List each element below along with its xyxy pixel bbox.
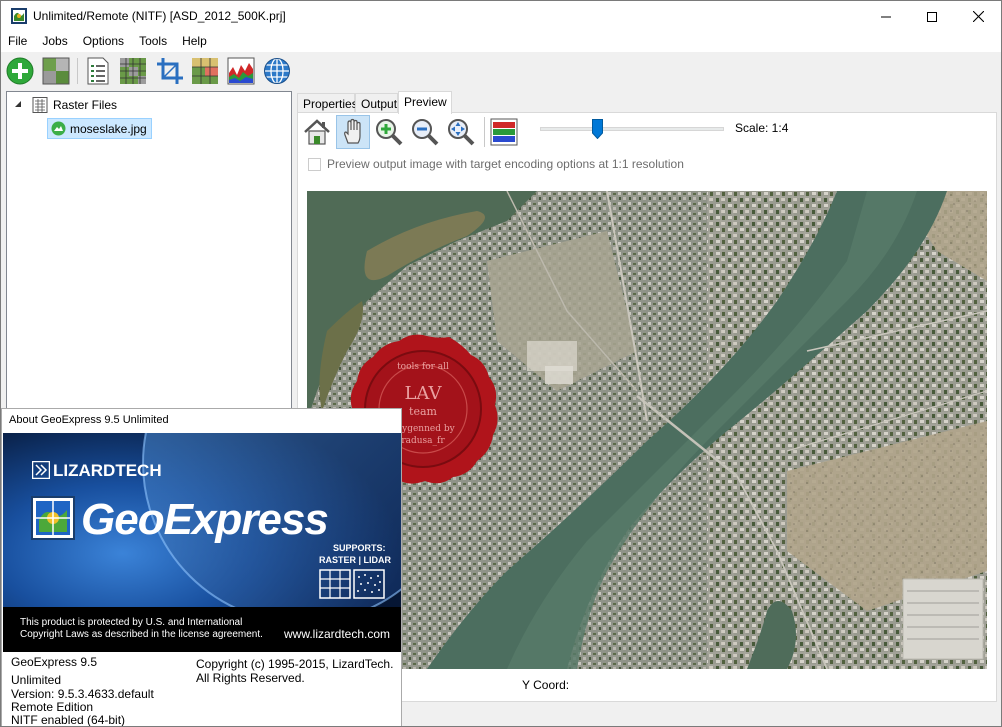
raster-support-icon (319, 569, 351, 599)
tree-collapse-icon[interactable] (13, 99, 23, 109)
preview-option-row: Preview output image with target encodin… (308, 156, 684, 172)
title-bar: Unlimited/Remote (NITF) [ASD_2012_500K.p… (1, 1, 1001, 32)
menu-tools[interactable]: Tools (139, 32, 167, 52)
metadata-button[interactable] (83, 56, 113, 86)
close-button[interactable] (955, 1, 1001, 32)
maximize-button[interactable] (909, 1, 955, 32)
lizardtech-logo-icon (32, 461, 50, 479)
lidar-support-icon (353, 569, 385, 599)
add-button[interactable] (5, 56, 35, 86)
copyright-line-2: All Rights Reserved. (196, 671, 305, 685)
raster-tree: Raster Files moseslake.jpg (6, 91, 292, 409)
y-coord-label: Y Coord: (522, 678, 570, 692)
preview-resolution-checkbox[interactable] (308, 157, 321, 171)
legal-line-1: This product is protected by U.S. and In… (20, 617, 243, 628)
zoom-out-button[interactable] (408, 115, 442, 149)
bands-button[interactable] (190, 56, 220, 86)
mosaic-icon (42, 57, 70, 85)
image-file-icon (51, 121, 66, 136)
toolbar (1, 52, 1001, 90)
preview-resolution-label: Preview output image with target encodin… (327, 157, 684, 171)
product-name: GeoExpress (81, 495, 329, 544)
scale-label: Scale: 1:4 (735, 121, 789, 135)
zoom-in-icon (376, 119, 403, 146)
about-banner: LIZARDTECH GeoExpress SUPPORTS: RASTER |… (3, 433, 401, 652)
legal-line-2: Copyright Laws as described in the licen… (20, 629, 263, 640)
pan-button[interactable] (336, 115, 370, 149)
copyright-line-1: Copyright (c) 1995-2015, LizardTech. (196, 657, 394, 671)
band-color-button[interactable] (487, 115, 521, 149)
tab-preview[interactable]: Preview (398, 91, 452, 114)
zoom-out-icon (412, 119, 439, 146)
scale-slider-thumb[interactable] (592, 119, 603, 139)
home-button[interactable] (300, 115, 334, 149)
preview-toolbar-separator (484, 117, 485, 147)
zoom-in-button[interactable] (372, 115, 406, 149)
raster-files-icon (32, 97, 48, 113)
tree-item-moseslake[interactable]: moseslake.jpg (47, 118, 152, 139)
menu-bar: File Jobs Options Tools Help (1, 32, 1001, 52)
about-info: GeoExpress 9.5 Unlimited Version: 9.5.3.… (2, 653, 401, 727)
coordinate-bar: Y Coord: (298, 676, 996, 696)
seal-team-text: team (409, 405, 437, 418)
add-icon (6, 57, 34, 85)
rgb-bands-icon (490, 118, 518, 146)
window-title: Unlimited/Remote (NITF) [ASD_2012_500K.p… (33, 9, 286, 23)
grid-icon (120, 58, 146, 84)
menu-options[interactable]: Options (83, 32, 124, 52)
close-icon (972, 11, 984, 22)
about-title: About GeoExpress 9.5 Unlimited (9, 414, 169, 426)
tree-root-label[interactable]: Raster Files (53, 98, 117, 112)
tree-item-label: moseslake.jpg (70, 121, 147, 136)
minimize-button[interactable] (863, 1, 909, 32)
seal-arc-text: tools for all (397, 362, 449, 372)
seal-line2: radusa_fr (401, 436, 445, 446)
histogram-button[interactable] (226, 56, 256, 86)
website-link[interactable]: www.lizardtech.com (284, 627, 390, 641)
remote-edition-label: Remote Edition (11, 700, 94, 714)
version-label: Version: 9.5.3.4633.default (11, 687, 154, 701)
zoom-fit-icon (448, 119, 475, 146)
tab-properties[interactable]: Properties (297, 93, 358, 113)
zoom-fit-button[interactable] (444, 115, 478, 149)
minimize-icon (881, 16, 891, 17)
nitf-label: NITF enabled (64-bit) (11, 713, 126, 727)
grid-button[interactable] (118, 56, 148, 86)
menu-jobs[interactable]: Jobs (42, 32, 67, 52)
main-window: Unlimited/Remote (NITF) [ASD_2012_500K.p… (0, 0, 1002, 727)
mosaic-button[interactable] (41, 56, 71, 86)
hand-pan-icon (344, 118, 361, 144)
menu-help[interactable]: Help (182, 32, 207, 52)
maximize-icon (927, 11, 937, 22)
brand-name: LIZARDTECH (53, 461, 162, 480)
app-icon (11, 8, 27, 24)
scale-slider-track (540, 127, 724, 131)
version-name: GeoExpress 9.5 (11, 655, 98, 669)
menu-file[interactable]: File (8, 32, 27, 52)
histogram-icon (227, 57, 255, 85)
tab-strip: Properties Output Preview (297, 91, 977, 114)
edition-label: Unlimited (11, 673, 62, 687)
metadata-icon (87, 57, 109, 85)
supports-label: SUPPORTS: (333, 543, 386, 553)
crop-button[interactable] (155, 56, 185, 86)
toolbar-separator (77, 58, 78, 84)
scale-slider[interactable] (540, 117, 726, 141)
bands-icon (192, 58, 218, 84)
geoexpress-logo-icon (31, 496, 75, 540)
home-icon (304, 119, 330, 145)
globe-icon (264, 57, 290, 85)
seal-main-text: LAV (404, 383, 442, 404)
globe-button[interactable] (262, 56, 292, 86)
supports-types: RASTER | LIDAR (319, 555, 392, 565)
crop-icon (157, 58, 183, 84)
about-dialog: About GeoExpress 9.5 Unlimited LIZARDTEC… (1, 408, 402, 727)
about-title-bar: About GeoExpress 9.5 Unlimited (2, 409, 401, 432)
tab-output[interactable]: Output (355, 93, 398, 113)
